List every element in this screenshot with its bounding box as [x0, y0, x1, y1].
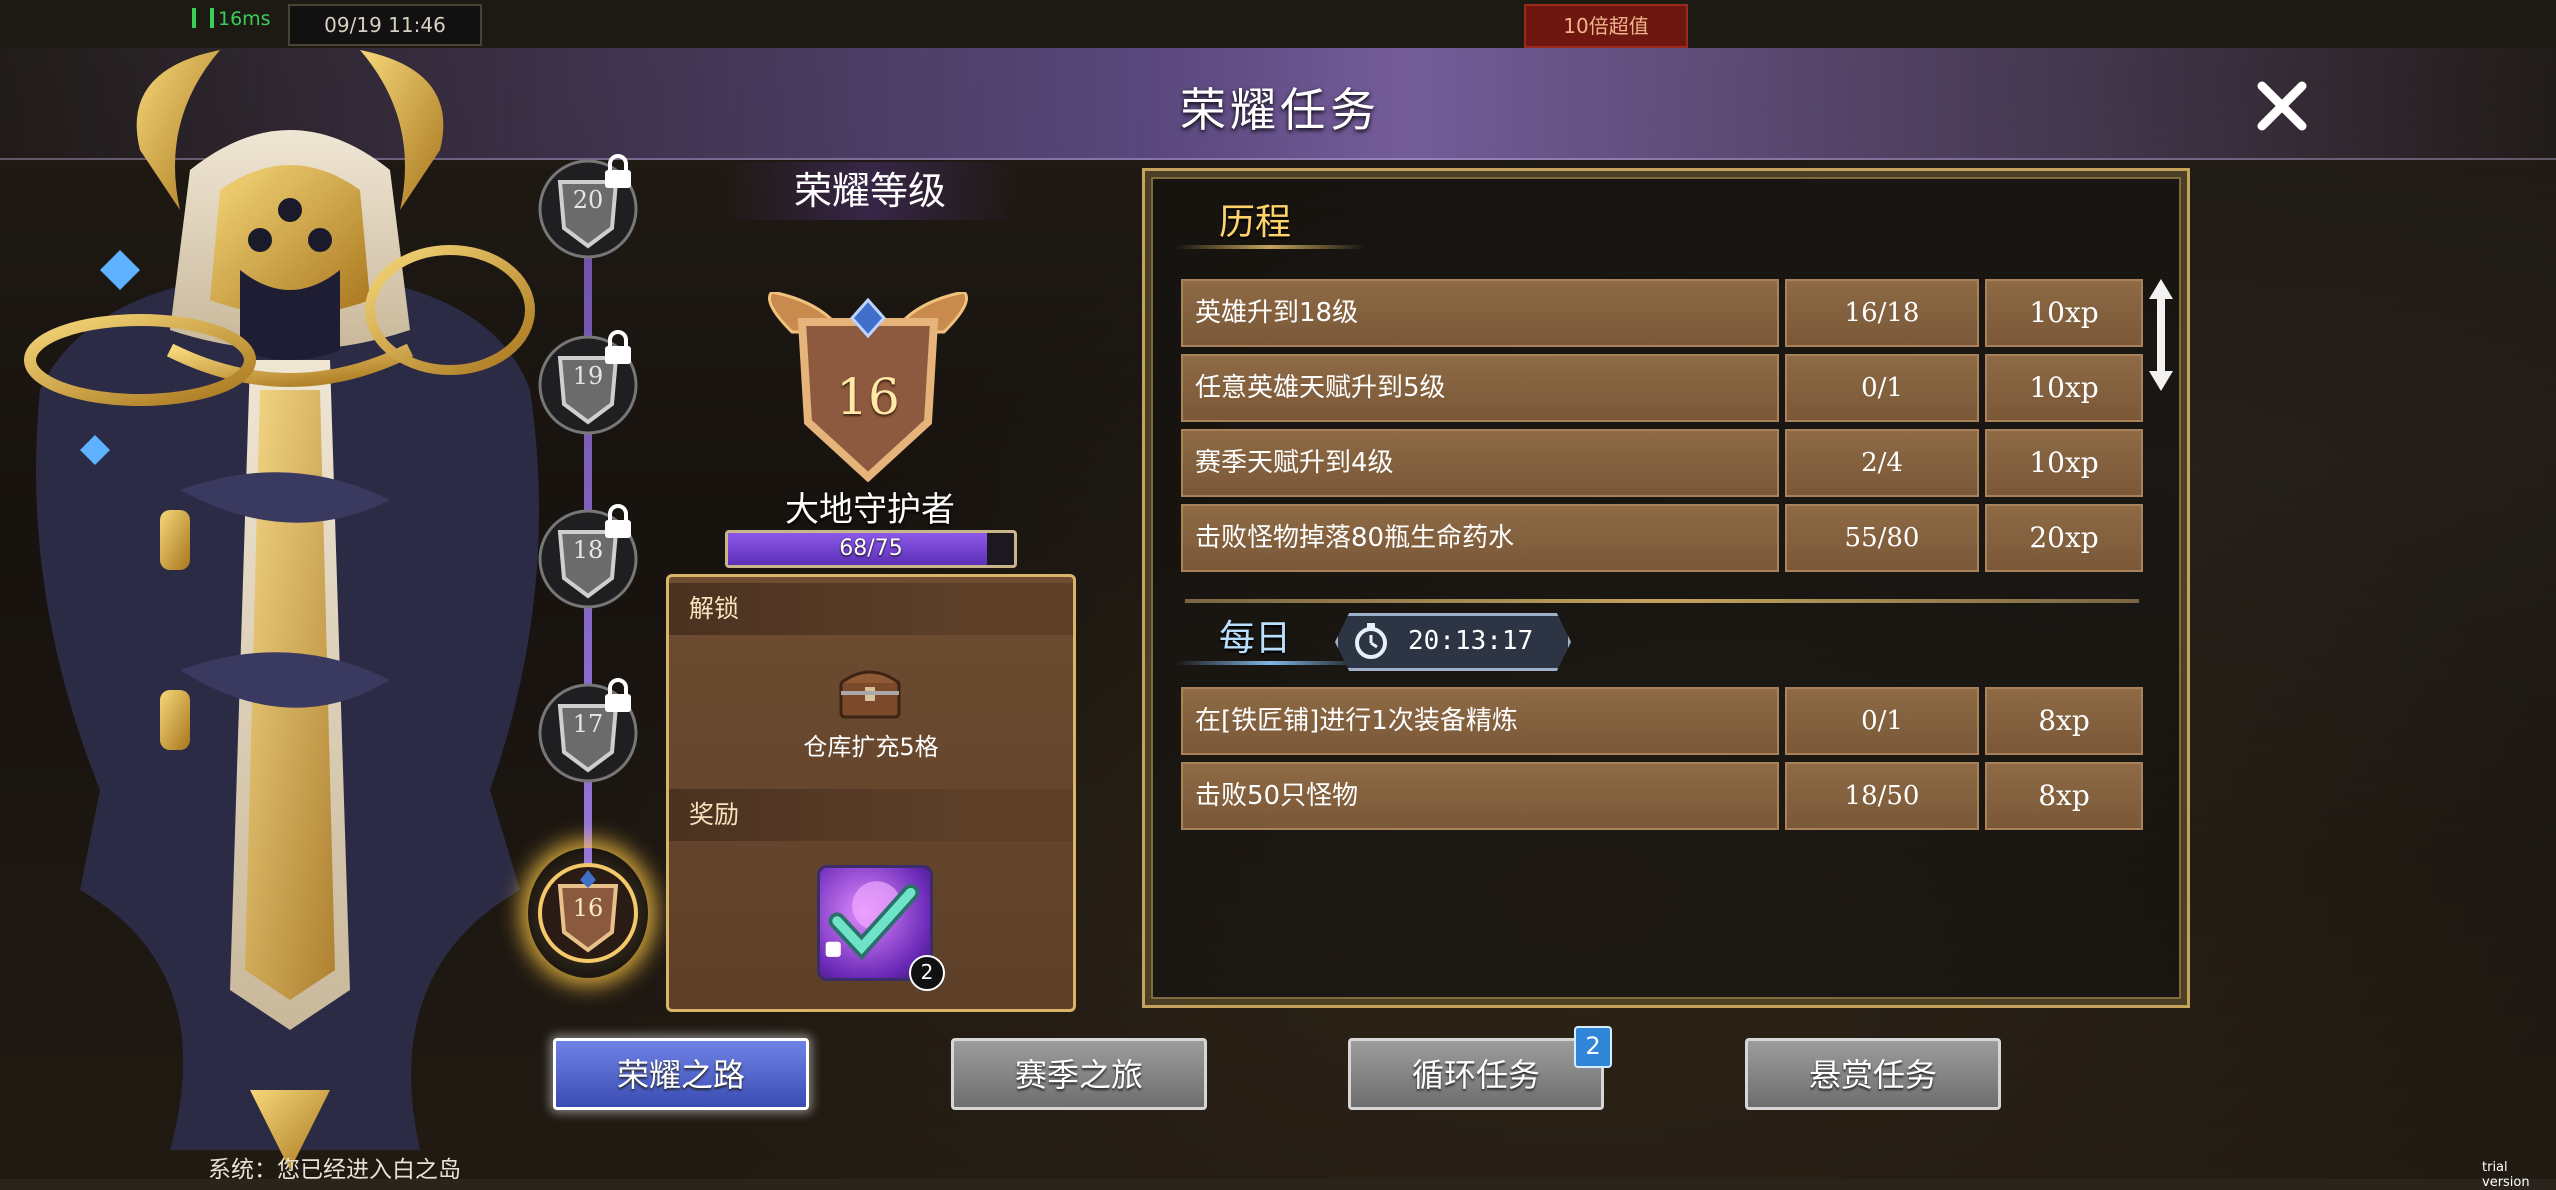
- task-progress: 18/50: [1785, 762, 1979, 830]
- daily-title-underline: [1175, 661, 1365, 665]
- daily-section-title: 每日: [1219, 618, 1292, 659]
- chest-icon: [839, 670, 901, 719]
- scrollbar[interactable]: [2145, 275, 2177, 395]
- ladder-level: 17: [572, 710, 604, 738]
- glory-level-heading: 荣耀等级: [720, 162, 1020, 220]
- task-xp: 10xp: [1985, 279, 2143, 347]
- tasks-panel: 历程 英雄升到18级 16/18 10xp 任意英雄天赋升到5级 0/1 10x…: [1142, 168, 2190, 1008]
- task-progress: 55/80: [1785, 504, 1979, 572]
- task-xp: 8xp: [1985, 762, 2143, 830]
- tab-glory-road[interactable]: 荣耀之路: [553, 1038, 809, 1110]
- close-button[interactable]: [2250, 74, 2314, 138]
- lock-icon: [605, 678, 631, 712]
- unlock-heading: 解锁: [669, 583, 1073, 635]
- task-row[interactable]: 赛季天赋升到4级 2/4 10xp: [1181, 429, 2143, 497]
- progress-title-underline: [1175, 245, 1365, 249]
- timer-text: 20:13:17: [1408, 626, 1534, 656]
- task-name: 赛季天赋升到4级: [1181, 429, 1779, 497]
- task-progress: 0/1: [1785, 354, 1979, 422]
- task-xp: 10xp: [1985, 354, 2143, 422]
- glory-level-badge: 16: [762, 290, 974, 483]
- glory-level-number: 16: [836, 368, 900, 426]
- ladder-node-18[interactable]: 18: [538, 504, 638, 614]
- hero-portrait: [20, 30, 560, 1179]
- stopwatch-icon: [1355, 623, 1387, 659]
- watermark: trial version: [2482, 1160, 2530, 1190]
- lock-icon: [605, 330, 631, 364]
- task-row[interactable]: 任意英雄天赋升到5级 0/1 10xp: [1181, 354, 2143, 422]
- promo-banner[interactable]: 10倍超值: [1524, 4, 1688, 48]
- tab-season-journey[interactable]: 赛季之旅: [951, 1038, 1207, 1110]
- task-progress: 2/4: [1785, 429, 1979, 497]
- tab-bounty-tasks[interactable]: 悬赏任务: [1745, 1038, 2001, 1110]
- tab-cycle-tasks[interactable]: 循环任务: [1348, 1038, 1604, 1110]
- ladder-node-19[interactable]: 19: [538, 330, 638, 440]
- lock-icon: [605, 504, 631, 538]
- task-name: 英雄升到18级: [1181, 279, 1779, 347]
- ladder-level: 19: [572, 362, 604, 390]
- section-divider: [1185, 599, 2139, 603]
- task-row[interactable]: 击败怪物掉落80瓶生命药水 55/80 20xp: [1181, 504, 2143, 572]
- ladder-node-16[interactable]: 16: [528, 848, 648, 978]
- close-icon: [2257, 81, 2307, 131]
- ladder-node-20[interactable]: 20: [538, 154, 638, 264]
- rank-name: 大地守护者: [785, 490, 955, 530]
- unlock-text: 仓库扩充5格: [803, 733, 939, 761]
- task-progress: 16/18: [1785, 279, 1979, 347]
- task-row[interactable]: 在[铁匠铺]进行1次装备精炼 0/1 8xp: [1181, 687, 2143, 755]
- task-xp: 20xp: [1985, 504, 2143, 572]
- page-title: 荣耀任务: [1180, 83, 1380, 137]
- xp-progress-text: 68/75: [839, 536, 903, 561]
- task-progress: 0/1: [1785, 687, 1979, 755]
- task-name: 击败怪物掉落80瓶生命药水: [1181, 504, 1779, 572]
- ladder-level: 20: [572, 186, 604, 214]
- task-name: 在[铁匠铺]进行1次装备精炼: [1181, 687, 1779, 755]
- ping-text: 16ms: [218, 8, 271, 30]
- ladder-level: 16: [572, 894, 604, 922]
- xp-progress-bar: 68/75: [725, 530, 1017, 568]
- reward-count-badge: 2: [909, 955, 945, 991]
- progress-section-title: 历程: [1219, 202, 1292, 243]
- ladder-node-17[interactable]: 17: [538, 678, 638, 788]
- notification-badge: 2: [1574, 1026, 1612, 1068]
- claimed-check-icon: [825, 881, 920, 961]
- level-reward-panel: 解锁 仓库扩充5格 奖励 2: [666, 574, 1076, 1012]
- daily-reset-timer: 20:13:17: [1335, 613, 1571, 671]
- signal-icon: [192, 8, 214, 28]
- task-row[interactable]: 英雄升到18级 16/18 10xp: [1181, 279, 2143, 347]
- task-row[interactable]: 击败50只怪物 18/50 8xp: [1181, 762, 2143, 830]
- task-xp: 10xp: [1985, 429, 2143, 497]
- ladder-level: 18: [572, 536, 604, 564]
- lock-icon: [605, 154, 631, 188]
- task-name: 任意英雄天赋升到5级: [1181, 354, 1779, 422]
- task-name: 击败50只怪物: [1181, 762, 1779, 830]
- task-xp: 8xp: [1985, 687, 2143, 755]
- reward-heading: 奖励: [669, 789, 1073, 841]
